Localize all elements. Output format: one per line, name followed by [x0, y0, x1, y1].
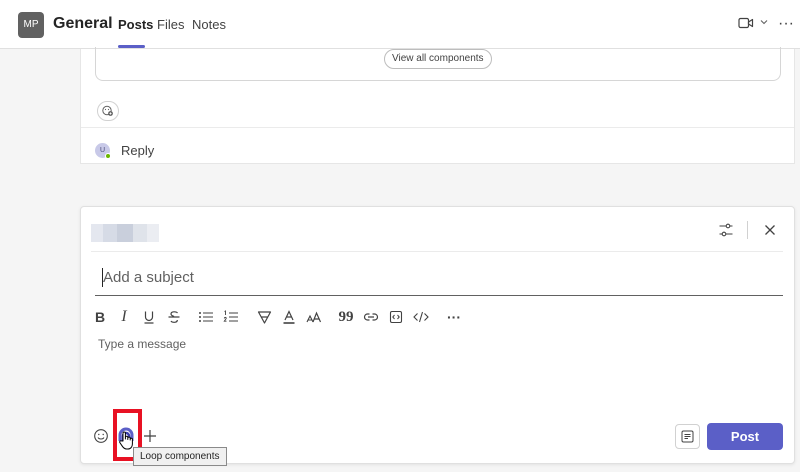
code-block-icon [413, 311, 429, 323]
code-block-button[interactable] [410, 306, 432, 328]
insert-code-icon [389, 310, 403, 324]
quote-button[interactable]: 99 [335, 306, 357, 328]
highlight-button[interactable] [253, 306, 275, 328]
presence-indicator [105, 153, 111, 159]
format-icon [681, 430, 694, 443]
font-color-icon [283, 309, 295, 324]
font-size-icon [306, 311, 322, 323]
reply-button[interactable]: Reply [121, 143, 154, 158]
link-icon [363, 313, 379, 321]
add-reaction-icon [102, 105, 113, 116]
loop-component-card: View all components [95, 47, 781, 81]
compose-box: B I 99 ··· [80, 206, 795, 464]
message-input[interactable] [98, 337, 758, 407]
reply-row[interactable]: U Reply [81, 127, 794, 164]
more-options-icon[interactable]: ··· [778, 15, 794, 33]
bold-button[interactable]: B [89, 306, 111, 328]
post-card: View all components U Reply [80, 47, 795, 164]
channel-header: MP General Posts Files Notes ··· [0, 0, 800, 49]
bulleted-list-button[interactable] [195, 306, 217, 328]
numbered-list-icon [223, 310, 238, 322]
emoji-icon[interactable] [93, 428, 109, 444]
loop-components-tooltip: Loop components [133, 447, 227, 466]
underline-button[interactable] [138, 306, 160, 328]
video-icon[interactable] [738, 16, 754, 30]
channel-title: General [53, 15, 113, 32]
insert-link-button[interactable] [360, 306, 382, 328]
bulleted-list-icon [199, 312, 213, 322]
view-all-components-button[interactable]: View all components [384, 49, 492, 69]
highlight-icon [257, 311, 271, 324]
font-color-button[interactable] [278, 306, 300, 328]
font-size-button[interactable] [303, 306, 325, 328]
tab-notes[interactable]: Notes [192, 17, 226, 32]
add-attachment-icon[interactable] [142, 428, 158, 444]
compose-header-divider [91, 251, 783, 252]
hand-cursor-icon [119, 431, 133, 450]
italic-button[interactable]: I [113, 306, 135, 328]
close-icon[interactable] [764, 224, 776, 236]
strikethrough-icon [168, 311, 180, 323]
insert-code-button[interactable] [385, 306, 407, 328]
subject-field [95, 259, 783, 296]
chevron-down-icon[interactable] [760, 19, 768, 25]
add-reaction-button[interactable] [97, 101, 119, 121]
subject-input[interactable] [103, 263, 773, 291]
numbered-list-button[interactable] [220, 306, 242, 328]
strikethrough-button[interactable] [163, 306, 185, 328]
underline-icon [144, 311, 154, 324]
post-button[interactable]: Post [707, 423, 783, 450]
team-avatar[interactable]: MP [18, 12, 44, 38]
blurred-recipient [91, 224, 159, 242]
tab-files[interactable]: Files [157, 17, 184, 32]
format-button[interactable] [675, 424, 700, 449]
header-divider [747, 221, 748, 239]
more-formatting-button[interactable]: ··· [443, 306, 465, 328]
tab-posts[interactable]: Posts [118, 17, 153, 32]
post-settings-icon[interactable] [718, 222, 734, 238]
